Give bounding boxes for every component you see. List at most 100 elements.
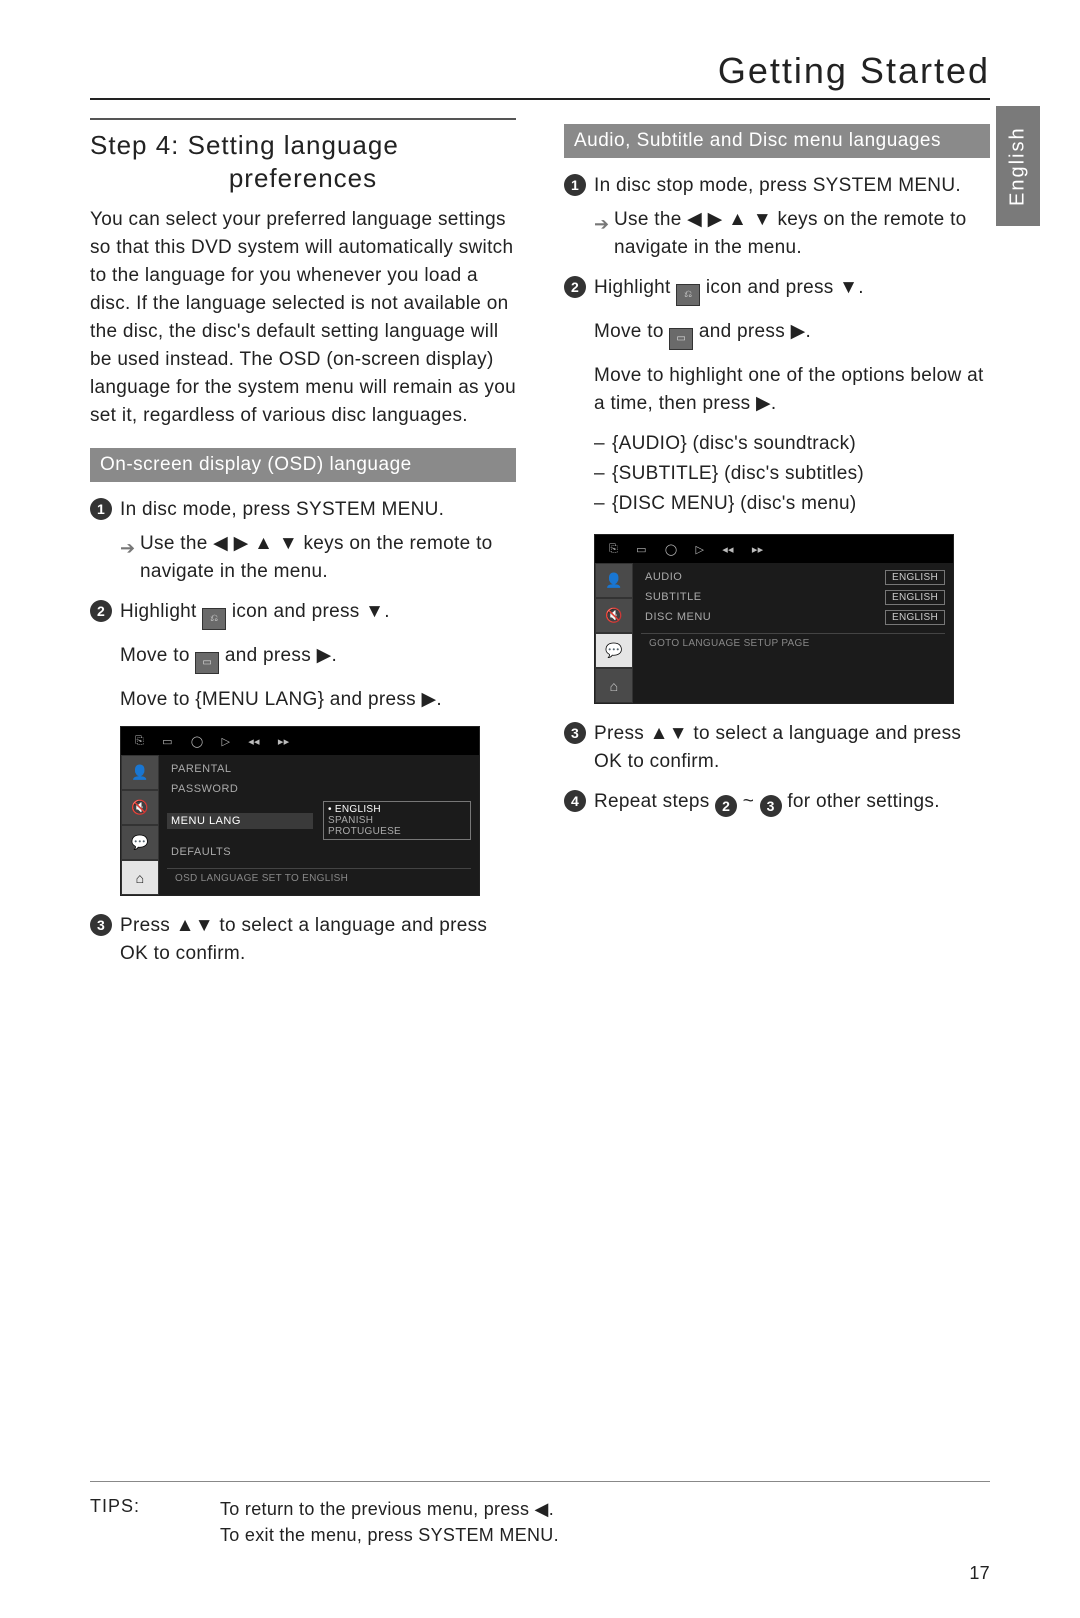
audio-step-1: 1 In disc stop mode, press SYSTEM MENU.	[564, 172, 990, 200]
audio-step-4-a: Repeat steps	[594, 791, 715, 812]
osd-top-icon: ▷	[695, 543, 704, 556]
osd-screenshot-1: ⎘ ▭ ◯ ▷ ◂◂ ▸▸ 👤 🔇 💬 ⌂ PARENTAL	[120, 726, 480, 896]
osd2-row-label: AUDIO	[641, 569, 875, 585]
osd-top-icon: ▭	[636, 543, 647, 556]
osd-step-1-text: In disc mode, press SYSTEM MENU.	[120, 499, 444, 520]
audio-step-3: 3 Press ▲▼ to select a language and pres…	[564, 720, 990, 776]
osd-step-2-b: icon and press ▼.	[232, 601, 390, 622]
step-heading: Step 4: Setting language preferences	[90, 118, 516, 194]
osd-top-icon: ◂◂	[248, 735, 260, 748]
audio-step-1-text: In disc stop mode, press SYSTEM MENU.	[594, 175, 961, 196]
osd1-side-icon-active: ⌂	[121, 860, 159, 895]
language-icon: ▭	[669, 328, 693, 350]
osd-top-icon: ◯	[191, 735, 204, 748]
osd2-row-value: ENGLISH	[885, 610, 945, 625]
settings-icon: ⎌	[202, 608, 226, 630]
osd-step-2-c: Move to	[120, 645, 195, 666]
osd1-side-icon: 🔇	[121, 790, 159, 825]
arrow-right-icon: ➔	[594, 210, 609, 238]
step-heading-line2: preferences	[90, 163, 516, 194]
audio-step-1-sub-text: Use the ◀ ▶ ▲ ▼ keys on the remote to na…	[614, 209, 967, 258]
osd-top-icon: ▸▸	[278, 735, 290, 748]
inline-step-3-icon: 3	[760, 795, 782, 817]
audio-step-3-text: Press ▲▼ to select a language and press …	[594, 723, 961, 772]
osd1-dropdown-item: • ENGLISH	[328, 804, 466, 815]
osd2-footer: GOTO LANGUAGE SETUP PAGE	[641, 633, 945, 653]
osd-top-icon: ◂◂	[722, 543, 734, 556]
osd1-side-icon: 👤	[121, 755, 159, 790]
step-number-3-icon: 3	[90, 914, 112, 936]
osd1-row: PASSWORD	[167, 781, 471, 797]
tips-label: TIPS:	[90, 1496, 170, 1548]
step-number-1-icon: 1	[564, 174, 586, 196]
osd1-row: PARENTAL	[167, 761, 471, 777]
osd2-row-label: SUBTITLE	[641, 589, 875, 605]
audio-step-2-d: and press ▶.	[699, 321, 811, 342]
osd-screenshot-2: ⎘ ▭ ◯ ▷ ◂◂ ▸▸ 👤 🔇 💬 ⌂	[594, 534, 954, 704]
osd1-footer: OSD LANGUAGE SET TO ENGLISH	[167, 868, 471, 888]
right-column: Audio, Subtitle and Disc menu languages …	[564, 118, 990, 980]
osd-step-2-e: Move to {MENU LANG} and press ▶.	[90, 686, 516, 714]
osd2-side-icon-active: 💬	[595, 633, 633, 668]
audio-step-2-b: icon and press ▼.	[706, 277, 864, 298]
inline-step-2-icon: 2	[715, 795, 737, 817]
osd-top-icon: ▷	[221, 735, 230, 748]
option-disc-menu: {DISC MENU} (disc's menu)	[564, 490, 990, 518]
osd-step-3: 3 Press ▲▼ to select a language and pres…	[90, 912, 516, 968]
step-heading-line1: Step 4: Setting language	[90, 130, 399, 160]
audio-step-2-c-line: Move to ▭ and press ▶.	[564, 318, 990, 350]
osd1-side-icon: 💬	[121, 825, 159, 860]
osd-step-3-text: Press ▲▼ to select a language and press …	[120, 915, 487, 964]
osd-top-icon: ▸▸	[752, 543, 764, 556]
option-subtitle: {SUBTITLE} (disc's subtitles)	[564, 460, 990, 488]
page-title: Getting Started	[90, 40, 990, 100]
tips-block: TIPS: To return to the previous menu, pr…	[90, 1481, 990, 1548]
tips-line-1: To return to the previous menu, press ◀.	[220, 1496, 559, 1522]
osd2-row-value: ENGLISH	[885, 590, 945, 605]
osd-step-1-sub: ➔ Use the ◀ ▶ ▲ ▼ keys on the remote to …	[90, 530, 516, 586]
osd2-side-icon: 👤	[595, 563, 633, 598]
osd2-side-icon: ⌂	[595, 668, 633, 703]
osd1-row-selected: MENU LANG	[167, 813, 313, 829]
audio-step-2-e: Move to highlight one of the options bel…	[564, 362, 990, 418]
osd2-topbar: ⎘ ▭ ◯ ▷ ◂◂ ▸▸	[595, 535, 953, 563]
osd2-sidebar: 👤 🔇 💬 ⌂	[595, 563, 633, 703]
option-audio: {AUDIO} (disc's soundtrack)	[564, 430, 990, 458]
settings-icon: ⎌	[676, 284, 700, 306]
osd-step-2: 2 Highlight ⎌ icon and press ▼.	[90, 598, 516, 630]
left-column: Step 4: Setting language preferences You…	[90, 118, 516, 980]
osd-top-icon: ⎘	[609, 543, 618, 556]
osd2-row-label: DISC MENU	[641, 609, 875, 625]
audio-step-1-sub: ➔ Use the ◀ ▶ ▲ ▼ keys on the remote to …	[564, 206, 990, 262]
osd2-side-icon: 🔇	[595, 598, 633, 633]
tips-line-2: To exit the menu, press SYSTEM MENU.	[220, 1522, 559, 1548]
osd-step-2-a: Highlight	[120, 601, 202, 622]
toolbox-icon: ▭	[195, 652, 219, 674]
osd-step-1-sub-text: Use the ◀ ▶ ▲ ▼ keys on the remote to na…	[140, 533, 493, 582]
osd-top-icon: ⎘	[135, 735, 144, 748]
intro-paragraph: You can select your preferred language s…	[90, 206, 516, 430]
osd2-row-value: ENGLISH	[885, 570, 945, 585]
page-number: 17	[969, 1563, 990, 1584]
step-number-1-icon: 1	[90, 498, 112, 520]
osd1-row: DEFAULTS	[167, 844, 471, 860]
osd-step-2-d: and press ▶.	[225, 645, 337, 666]
audio-step-4-c: for other settings.	[787, 791, 940, 812]
osd-top-icon: ◯	[665, 543, 678, 556]
osd1-topbar: ⎘ ▭ ◯ ▷ ◂◂ ▸▸	[121, 727, 479, 755]
language-tab: English	[996, 106, 1040, 226]
osd-step-1: 1 In disc mode, press SYSTEM MENU.	[90, 496, 516, 524]
osd1-dropdown-item: PROTUGUESE	[328, 826, 466, 837]
step-number-3-icon: 3	[564, 722, 586, 744]
audio-step-2-c: Move to	[594, 321, 669, 342]
osd-top-icon: ▭	[162, 735, 173, 748]
section-audio-subtitle: Audio, Subtitle and Disc menu languages	[564, 124, 990, 158]
audio-step-2-a: Highlight	[594, 277, 676, 298]
osd-step-2-c-line: Move to ▭ and press ▶.	[90, 642, 516, 674]
section-osd-language: On-screen display (OSD) language	[90, 448, 516, 482]
step-number-2-icon: 2	[90, 600, 112, 622]
osd1-sidebar: 👤 🔇 💬 ⌂	[121, 755, 159, 895]
step-number-4-icon: 4	[564, 790, 586, 812]
step-number-2-icon: 2	[564, 276, 586, 298]
audio-step-4: 4 Repeat steps 2 ~ 3 for other settings.	[564, 788, 990, 817]
